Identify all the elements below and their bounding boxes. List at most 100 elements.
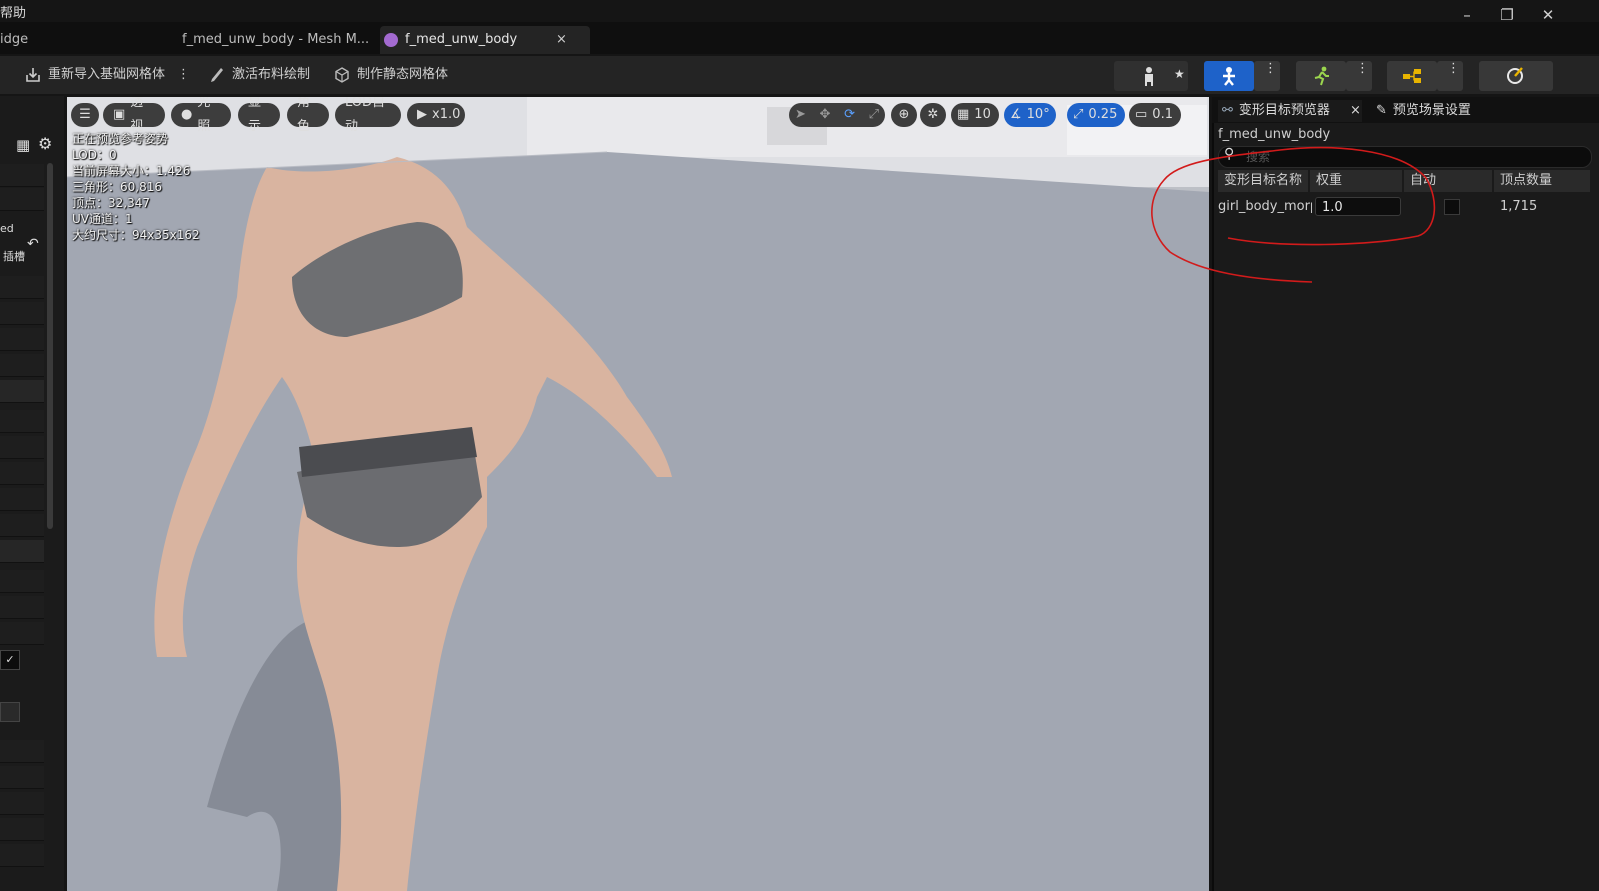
table-view-icon[interactable]: ▦ — [16, 136, 30, 154]
stat-lod: LOD：0 — [72, 148, 117, 162]
play-speed-button[interactable]: ▶ x1.0 — [407, 103, 465, 127]
camera-value: 0.1 — [1152, 107, 1173, 122]
sockets-label: 插槽 — [3, 250, 25, 263]
list-item[interactable] — [0, 844, 44, 867]
angle-snap-button[interactable]: ∡ 10° — [1004, 103, 1056, 127]
character-label: 角色 — [297, 97, 311, 134]
left-item-tag: ed — [0, 222, 14, 235]
list-item[interactable] — [0, 276, 44, 299]
move-icon[interactable]: ✥ — [820, 103, 831, 127]
physics-mode-button[interactable] — [1479, 61, 1553, 91]
list-item[interactable] — [0, 488, 44, 511]
list-item[interactable] — [0, 514, 44, 537]
mesh-mode-options[interactable]: ⋮ — [1254, 61, 1280, 91]
character-button[interactable]: 角色 — [287, 97, 329, 134]
list-item[interactable] — [0, 164, 44, 187]
scale-snap-button[interactable]: ⤢ 0.25 — [1067, 103, 1125, 127]
tab-skeletal-mesh-editor[interactable]: f_med_unw_body × — [380, 26, 590, 54]
tab-label: f_med_unw_body — [405, 32, 518, 47]
blueprint-mode-button[interactable] — [1387, 61, 1437, 91]
rotate-icon[interactable]: ⟳ — [844, 103, 855, 127]
static-mesh-label: 制作静态网格体 — [357, 67, 449, 82]
globe-icon: ⊕ — [898, 107, 910, 122]
scale-value: 0.25 — [1088, 107, 1118, 122]
list-item[interactable] — [0, 818, 44, 841]
list-item[interactable] — [0, 540, 44, 563]
list-item[interactable] — [0, 766, 44, 789]
show-button[interactable]: 显示 — [238, 97, 280, 134]
undo-icon[interactable]: ↶ — [27, 236, 39, 252]
scale-snap-icon: ⤢ — [1073, 107, 1084, 122]
menu-bar — [0, 0, 1599, 22]
left-scrollbar[interactable] — [47, 163, 53, 529]
lod-label: LOD自动 — [345, 97, 386, 134]
play-icon: ▶ — [417, 107, 427, 122]
list-item[interactable] — [0, 436, 44, 459]
list-item[interactable] — [0, 622, 44, 645]
camera-icon: ▭ — [1135, 107, 1148, 122]
transform-tools: ➤ ✥ ⟳ ⤢ — [789, 103, 885, 127]
stat-preview-pose: 正在预览参考姿势 — [72, 132, 169, 146]
lighting-button[interactable]: ● 光照 — [171, 97, 231, 134]
tab-bridge[interactable]: idge — [0, 26, 28, 54]
tab-morph-target-preview[interactable]: ⚯ 变形目标预览器 — [1218, 100, 1362, 122]
viewport[interactable]: ☰ ▣ 透视 ● 光照 显示 角色 LOD自动 ▶ x1.0 ➤ ✥ ⟳ ⤢ ⊕ ✲ … — [67, 97, 1209, 891]
reimport-base-mesh-button[interactable]: 重新导入基础网格体 ⋮ — [24, 60, 190, 90]
grid-icon: ▦ — [957, 107, 970, 122]
list-item[interactable] — [0, 596, 44, 619]
tab-mesh-merge[interactable]: f_med_unw_body - Mesh M... — [182, 26, 369, 54]
skeleton-icon — [1145, 67, 1153, 86]
perspective-button[interactable]: ▣ 透视 — [103, 97, 165, 134]
reimport-label: 重新导入基础网格体 — [48, 67, 166, 82]
list-item[interactable] — [0, 462, 44, 485]
viewport-scene — [67, 97, 1209, 891]
scene-tab-label: 预览场景设置 — [1392, 103, 1471, 118]
tab-close-icon[interactable]: × — [556, 26, 567, 54]
morph-tab-label: 变形目标预览器 — [1238, 103, 1330, 118]
reimport-options-icon[interactable]: ⋮ — [177, 60, 190, 90]
skeletal-mesh-icon — [384, 33, 398, 47]
running-icon — [1314, 66, 1329, 86]
gear-icon[interactable]: ⚙ — [38, 134, 52, 153]
tab-preview-scene-settings[interactable]: ✎ 预览场景设置 — [1376, 100, 1471, 122]
animation-mode-button[interactable] — [1296, 61, 1346, 91]
stat-screen-size: 当前屏幕大小：1.426 — [72, 164, 191, 178]
asset-name: f_med_unw_body — [1218, 127, 1331, 142]
list-item[interactable] — [0, 188, 44, 211]
cube-icon: ▣ — [113, 107, 126, 122]
grid-snap-button[interactable]: ▦ 10 — [951, 103, 999, 127]
vertex-count: 1,715 — [1500, 199, 1538, 214]
make-static-mesh-button[interactable]: 制作静态网格体 — [333, 60, 448, 90]
options-icon: ⋮ — [1356, 61, 1369, 76]
viewport-menu-button[interactable]: ☰ — [71, 103, 99, 127]
list-item[interactable] — [0, 302, 44, 325]
pencil-icon: ✎ — [1376, 103, 1387, 118]
checkbox-checked[interactable]: ✓ — [0, 650, 20, 670]
surface-snap-button[interactable]: ✲ — [920, 103, 946, 127]
activate-cloth-paint-button[interactable]: 激活布料绘制 — [208, 60, 310, 90]
lod-button[interactable]: LOD自动 — [335, 97, 401, 134]
list-item[interactable] — [0, 380, 44, 403]
left-input[interactable] — [0, 702, 20, 722]
animation-mode-options[interactable]: ⋮ — [1346, 61, 1372, 91]
angle-icon: ∡ — [1010, 107, 1022, 122]
brush-icon — [211, 68, 223, 82]
blueprint-mode-options[interactable]: ⋮ — [1437, 61, 1463, 91]
angle-value: 10° — [1026, 107, 1050, 122]
camera-speed-button[interactable]: ▭ 0.1 — [1129, 103, 1181, 127]
menu-help[interactable]: 帮助 — [0, 2, 26, 21]
skeleton-mode-button[interactable]: ★ — [1114, 61, 1188, 91]
sphere-icon: ● — [181, 107, 193, 122]
list-item[interactable] — [0, 328, 44, 351]
list-item[interactable] — [0, 792, 44, 815]
scale-icon[interactable]: ⤢ — [869, 103, 879, 127]
list-item[interactable] — [0, 570, 44, 593]
mesh-mode-button[interactable] — [1204, 61, 1254, 91]
list-item[interactable] — [0, 740, 44, 763]
morph-tab-close-icon[interactable]: × — [1350, 100, 1361, 122]
column-vertex-count[interactable]: 顶点数量 — [1494, 170, 1590, 192]
list-item[interactable] — [0, 410, 44, 433]
select-icon[interactable]: ➤ — [795, 103, 806, 127]
list-item[interactable] — [0, 354, 44, 377]
world-space-button[interactable]: ⊕ — [891, 103, 917, 127]
